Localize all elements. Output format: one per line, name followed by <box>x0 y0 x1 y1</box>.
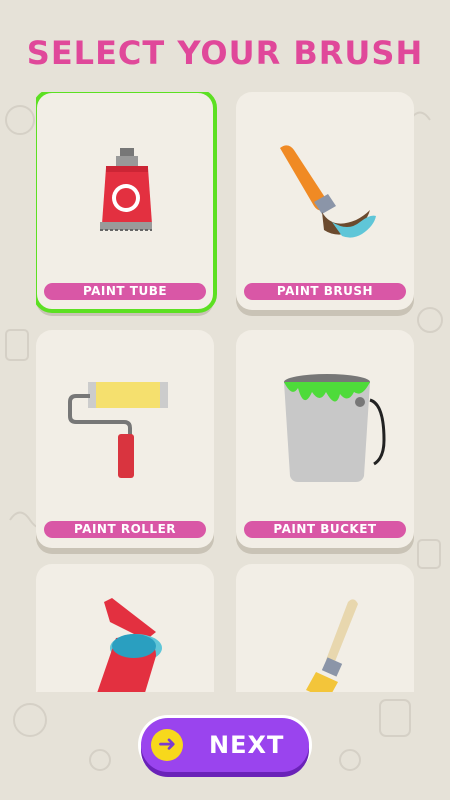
paint-tube-icon <box>100 148 152 231</box>
next-button[interactable]: ➜ NEXT <box>141 718 309 772</box>
brush-label: PAINT ROLLER <box>44 521 206 538</box>
paint-brush-icon <box>280 145 376 238</box>
brush-grid: PAINT TUBE PAINT BRUSH PAINT ROLLER PAIN… <box>36 92 414 692</box>
brush-card-flat-brush[interactable] <box>236 564 414 692</box>
spray-can-icon <box>97 598 162 692</box>
brush-card-paint-brush[interactable]: PAINT BRUSH <box>236 92 414 310</box>
flat-brush-icon <box>306 599 358 692</box>
brush-card-spray-can[interactable] <box>36 564 214 692</box>
brush-card-paint-tube[interactable]: PAINT TUBE <box>36 92 217 313</box>
brush-label: PAINT BRUSH <box>244 283 406 300</box>
brush-card-paint-bucket[interactable]: PAINT BUCKET <box>236 330 414 548</box>
brush-label: PAINT BUCKET <box>244 521 406 538</box>
next-label: NEXT <box>209 731 285 759</box>
brush-label: PAINT TUBE <box>44 283 206 300</box>
arrow-right-icon: ➜ <box>157 732 177 757</box>
page-title: SELECT YOUR BRUSH <box>26 34 424 72</box>
paint-bucket-icon <box>284 374 386 482</box>
brush-card-paint-roller[interactable]: PAINT ROLLER <box>36 330 214 548</box>
paint-roller-icon <box>68 382 168 478</box>
